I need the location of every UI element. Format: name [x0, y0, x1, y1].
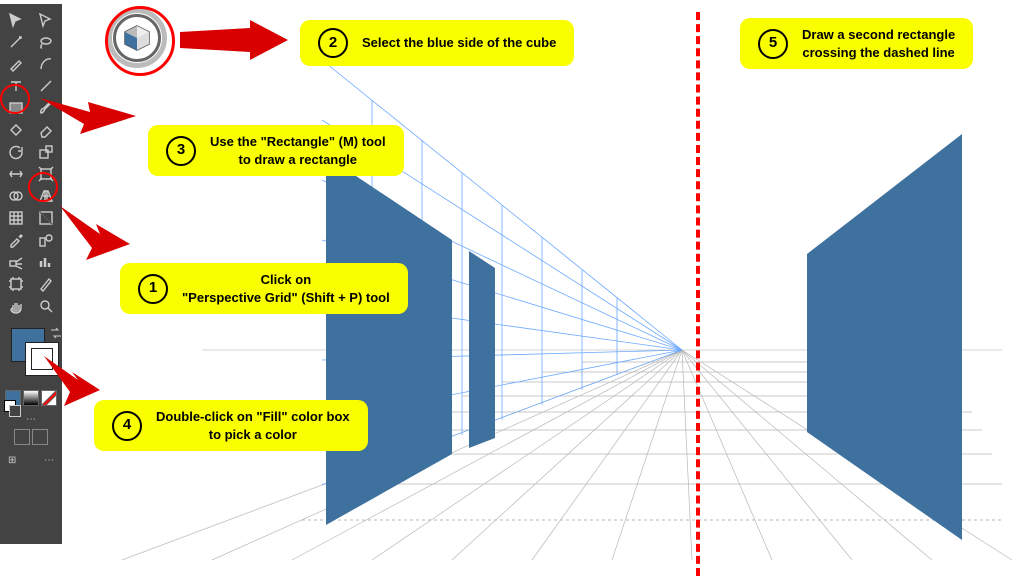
type-tool[interactable] — [4, 76, 28, 96]
shaper-tool[interactable] — [4, 120, 28, 140]
perspective-grid-tool[interactable] — [34, 186, 58, 206]
callout-step-5: 5 Draw a second rectangle crossing the d… — [740, 18, 973, 69]
color-mode-gradient[interactable] — [23, 390, 39, 406]
width-tool[interactable] — [4, 164, 28, 184]
screen-mode-full[interactable] — [32, 429, 48, 445]
screen-mode-normal[interactable] — [14, 429, 30, 445]
eyedropper-tool[interactable] — [4, 230, 28, 250]
zoom-tool[interactable] — [34, 296, 58, 316]
artboard-tool[interactable] — [4, 274, 28, 294]
plane-switching-widget[interactable] — [107, 8, 167, 68]
hand-tool[interactable] — [4, 296, 28, 316]
cube-icon — [121, 22, 153, 54]
step-text: Draw a second rectangle crossing the das… — [802, 26, 955, 61]
scale-tool[interactable] — [34, 142, 58, 162]
line-tool[interactable] — [34, 76, 58, 96]
swap-fill-stroke-icon[interactable] — [49, 326, 63, 340]
step-number: 2 — [318, 28, 348, 58]
column-graph-tool[interactable] — [34, 252, 58, 272]
callout-step-4: 4 Double-click on "Fill" color box to pi… — [94, 400, 368, 451]
step-number: 5 — [758, 29, 788, 59]
edit-toolbar-more[interactable]: ⋯ — [44, 455, 54, 466]
color-mode-none[interactable] — [41, 390, 57, 406]
step-text: Select the blue side of the cube — [362, 34, 556, 52]
gradient-tool[interactable] — [34, 208, 58, 228]
step-text: Click on "Perspective Grid" (Shift + P) … — [182, 271, 390, 306]
magic-wand-tool[interactable] — [4, 32, 28, 52]
rotate-tool[interactable] — [4, 142, 28, 162]
left-toolbox: ⋯ ⊞ ⋯ — [0, 4, 62, 544]
lasso-tool[interactable] — [34, 32, 58, 52]
selection-tool[interactable] — [4, 10, 28, 30]
paintbrush-tool[interactable] — [34, 98, 58, 118]
left-wall-shape-2[interactable] — [469, 251, 495, 448]
step-number: 3 — [166, 136, 196, 166]
callout-step-2: 2 Select the blue side of the cube — [300, 20, 574, 66]
curvature-tool[interactable] — [34, 54, 58, 74]
step-number: 4 — [112, 411, 142, 441]
pen-tool[interactable] — [4, 54, 28, 74]
step-text: Use the "Rectangle" (M) tool to draw a r… — [210, 133, 386, 168]
slice-tool[interactable] — [34, 274, 58, 294]
rectangle-tool[interactable] — [4, 98, 28, 118]
callout-step-1: 1 Click on "Perspective Grid" (Shift + P… — [120, 263, 408, 314]
left-wall-shape[interactable] — [326, 156, 452, 525]
stroke-color-box[interactable] — [25, 342, 59, 376]
red-dashed-line — [696, 12, 700, 576]
mesh-tool[interactable] — [4, 208, 28, 228]
step-text: Double-click on "Fill" color box to pick… — [156, 408, 350, 443]
blend-tool[interactable] — [34, 230, 58, 250]
default-fill-stroke-icon[interactable] — [4, 400, 16, 412]
step-number: 1 — [138, 274, 168, 304]
eraser-tool[interactable] — [34, 120, 58, 140]
shape-builder-tool[interactable] — [4, 186, 28, 206]
edit-toolbar[interactable]: ⊞ — [8, 455, 16, 466]
fill-stroke-swatch[interactable] — [11, 328, 51, 368]
symbol-sprayer-tool[interactable] — [4, 252, 28, 272]
right-wall-shape[interactable] — [807, 134, 962, 540]
callout-step-3: 3 Use the "Rectangle" (M) tool to draw a… — [148, 125, 404, 176]
free-transform-tool[interactable] — [34, 164, 58, 184]
direct-selection-tool[interactable] — [34, 10, 58, 30]
